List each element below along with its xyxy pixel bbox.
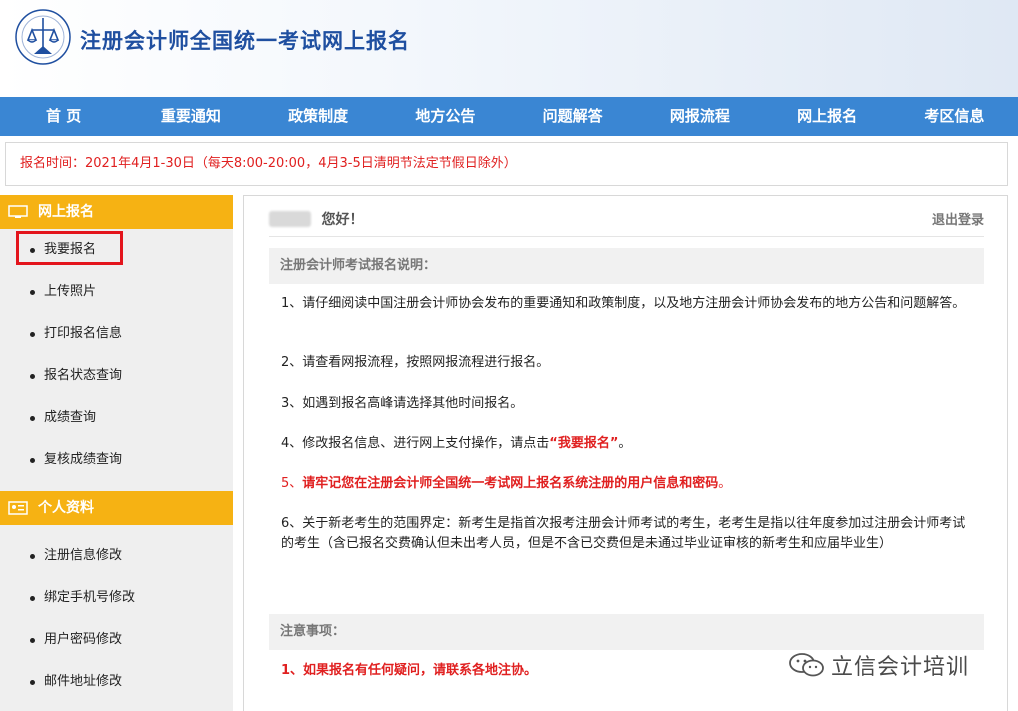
sidebar-group-title: 个人资料 — [38, 500, 94, 516]
nav-policies[interactable]: 政策制度 — [255, 97, 382, 136]
monitor-icon — [8, 205, 28, 218]
sidebar-item-upload-photo[interactable]: 上传照片 — [0, 271, 233, 313]
watermark: 立信会计培训 — [787, 650, 969, 680]
instruction-3: 3、如遇到报名高峰请选择其他时间报名。 — [281, 396, 524, 411]
sidebar-item-print-info[interactable]: 打印报名信息 — [0, 313, 233, 355]
cicpa-logo-icon — [15, 9, 71, 65]
nav-registration-process[interactable]: 网报流程 — [636, 97, 763, 136]
nav-exam-area-info[interactable]: 考区信息 — [891, 97, 1018, 136]
sidebar-item-edit-phone[interactable]: 绑定手机号修改 — [0, 577, 233, 619]
nav-local-announcements[interactable]: 地方公告 — [382, 97, 509, 136]
sidebar-item-edit-registration[interactable]: 注册信息修改 — [0, 535, 233, 577]
instruction-4-text: 4、修改报名信息、进行网上支付操作，请点击 — [281, 436, 550, 451]
greeting-text: 您好！ — [321, 212, 364, 228]
register-link[interactable]: “我要报名” — [549, 436, 618, 451]
blurred-username — [269, 211, 311, 227]
instruction-1: 1、请仔细阅读中国注册会计师协会发布的重要通知和政策制度，以及地方注册会计师协会… — [281, 296, 966, 311]
nav-important-notices[interactable]: 重要通知 — [127, 97, 254, 136]
sidebar-item-label: 上传照片 — [44, 284, 97, 299]
section-title-notes: 注意事项： — [269, 614, 984, 650]
site-title: 注册会计师全国统一考试网上报名 — [80, 29, 410, 53]
sidebar-group-title: 网上报名 — [38, 204, 94, 220]
id-card-icon — [8, 501, 28, 515]
sidebar-item-score-query[interactable]: 成绩查询 — [0, 397, 233, 439]
wechat-icon — [789, 653, 824, 677]
logout-link[interactable]: 退出登录 — [932, 209, 984, 228]
sidebar-item-status-query[interactable]: 报名状态查询 — [0, 355, 233, 397]
instruction-4-end: 。 — [618, 436, 632, 451]
sidebar-item-label: 报名状态查询 — [44, 368, 123, 383]
instruction-5-text: 请牢记您在注册会计师全国统一考试网上报名系统注册的用户信息和密码 — [302, 476, 719, 491]
section-title-instructions: 注册会计师考试报名说明： — [269, 248, 984, 284]
site-header: 注册会计师全国统一考试网上报名 — [0, 0, 1018, 97]
sidebar: 网上报名 我要报名 上传照片 打印报名信息 报名状态查询 成绩查询 复核成绩查询… — [0, 195, 233, 711]
highlight-box — [16, 231, 123, 265]
registration-time-notice: 报名时间：2021年4月1-30日（每天8:00-20:00，4月3-5日清明节… — [5, 142, 1008, 186]
greeting-row: 您好！ 退出登录 — [269, 209, 984, 231]
nav-online-registration[interactable]: 网上报名 — [764, 97, 891, 136]
sidebar-item-recheck-query[interactable]: 复核成绩查询 — [0, 439, 233, 481]
divider — [269, 236, 984, 237]
main-panel: 您好！ 退出登录 注册会计师考试报名说明： 1、请仔细阅读中国注册会计师协会发布… — [243, 195, 1008, 711]
sidebar-item-label: 成绩查询 — [44, 410, 97, 425]
nav-home[interactable]: 首 页 — [0, 97, 127, 136]
instruction-5-num: 5、 — [281, 476, 303, 491]
instruction-5: 5、请牢记您在注册会计师全国统一考试网上报名系统注册的用户信息和密码。 — [281, 474, 971, 494]
sidebar-item-label: 用户密码修改 — [44, 632, 123, 647]
sidebar-item-label: 邮件地址修改 — [44, 674, 123, 689]
sidebar-item-label: 注册信息修改 — [44, 548, 123, 563]
sidebar-item-label: 复核成绩查询 — [44, 452, 123, 467]
instruction-2: 2、请查看网报流程，按照网报流程进行报名。 — [281, 355, 550, 370]
sidebar-item-edit-password[interactable]: 用户密码修改 — [0, 619, 233, 661]
watermark-text: 立信会计培训 — [831, 655, 970, 680]
sidebar-item-label: 绑定手机号修改 — [44, 590, 136, 605]
main-nav: 首 页 重要通知 政策制度 地方公告 问题解答 网报流程 网上报名 考区信息 — [0, 97, 1018, 136]
sidebar-group-online-registration: 网上报名 — [0, 195, 233, 229]
instruction-4: 4、修改报名信息、进行网上支付操作，请点击“我要报名”。 — [281, 434, 971, 454]
sidebar-item-register[interactable]: 我要报名 — [0, 229, 233, 271]
instruction-5-end: 。 — [718, 476, 732, 491]
sidebar-group-personal-info: 个人资料 — [0, 491, 233, 525]
instruction-6: 6、关于新老考生的范围界定：新考生是指首次报考注册会计师考试的考生，老考生是指以… — [281, 516, 966, 551]
nav-faq[interactable]: 问题解答 — [509, 97, 636, 136]
sidebar-item-label: 打印报名信息 — [44, 326, 123, 341]
sidebar-item-edit-email[interactable]: 邮件地址修改 — [0, 661, 233, 703]
